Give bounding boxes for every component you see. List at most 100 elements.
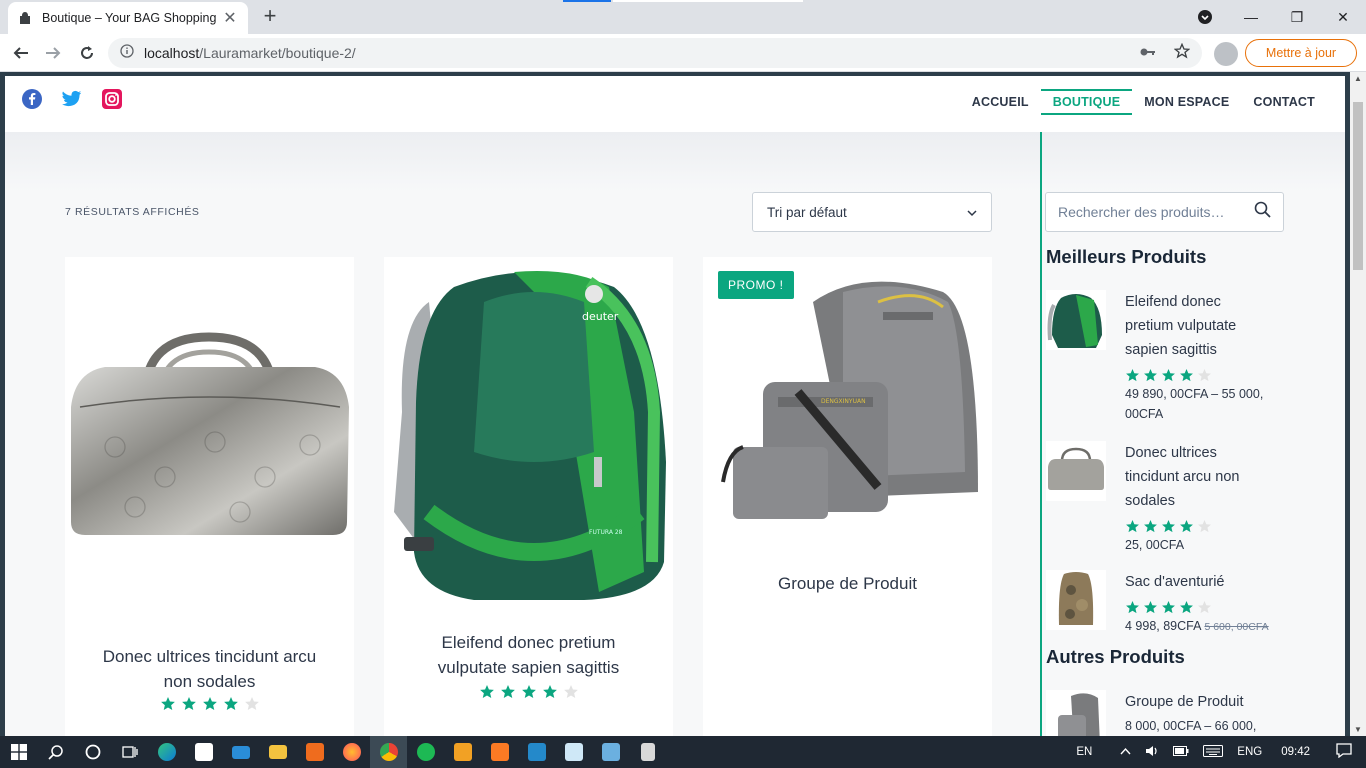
cortana-icon[interactable] [74,736,111,768]
keyboard-icon[interactable] [1196,744,1230,760]
url-path: /Lauramarket/boutique-2/ [199,45,356,61]
product-rating [384,684,673,700]
new-tab-icon[interactable]: + [258,5,282,29]
best-product-item[interactable]: Eleifend donec pretium vulputate sapien … [1046,290,1286,430]
product-name[interactable]: Donec ultrices tincidunt arcu non sodale… [65,644,354,694]
best-product-item[interactable]: Sac d'aventurié 4 998, 89CFA 5 600, 00CFA [1046,570,1286,640]
other-product-item[interactable]: Groupe de Produit 8 000, 00CFA – 66 000, [1046,690,1286,736]
nav-accueil[interactable]: ACCUEIL [960,89,1041,115]
camo-backpack-thumbnail[interactable] [1046,570,1106,630]
task-view-icon[interactable] [111,736,148,768]
product-search-input[interactable] [1058,204,1238,220]
key-icon[interactable] [1140,44,1156,62]
green-backpack-image[interactable]: deuter FUTURA 28 [384,262,673,607]
star-filled-icon [1162,368,1175,382]
facebook-icon[interactable] [22,89,42,109]
notepad-icon[interactable] [555,736,592,768]
original-price: 5 600, 00CFA [1204,621,1269,633]
language-indicator[interactable]: ENG [1230,746,1269,758]
volume-icon[interactable] [1138,745,1166,760]
control-panel-icon[interactable] [592,736,629,768]
product-name-line1: Groupe de Produit [778,574,917,593]
windows-taskbar: EN ENG 09:42 [0,736,1366,768]
store-icon[interactable] [185,736,222,768]
page-viewport: ACCUEIL BOUTIQUE MON ESPACE CONTACT 7 RÉ… [0,72,1366,736]
best-product-name[interactable]: Donec ultrices tincidunt arcu non sodale… [1125,441,1290,513]
reload-icon[interactable] [74,40,100,66]
product-name[interactable]: Groupe de Produit [703,571,992,596]
scroll-down-icon[interactable]: ▼ [1354,725,1362,734]
close-window-icon[interactable]: ✕ [1320,0,1366,34]
update-button[interactable]: Mettre à jour [1245,39,1357,67]
instagram-icon[interactable] [102,89,122,109]
restore-icon[interactable]: ❐ [1274,0,1320,34]
product-name-line2: vulputate sapien sagittis [437,658,620,677]
green-backpack-thumbnail[interactable] [1046,290,1106,350]
nav-mon-espace[interactable]: MON ESPACE [1132,89,1241,115]
star-filled-icon [1126,600,1139,614]
bookmark-star-icon[interactable] [1173,42,1191,64]
notifications-icon[interactable] [1322,743,1366,761]
browser-tab[interactable]: Boutique – Your BAG Shopping ✕ [8,2,248,34]
tab-search-icon[interactable] [1182,0,1228,34]
xampp-icon[interactable] [481,736,518,768]
vscode-icon[interactable] [518,736,555,768]
site-info-icon[interactable] [120,43,134,63]
window-accent-bar-2 [613,0,803,2]
edge-icon[interactable] [148,736,185,768]
star-filled-icon [521,685,536,698]
chevron-up-icon[interactable] [1113,746,1138,758]
search-icon[interactable] [37,736,74,768]
browser-toolbar: localhost/Lauramarket/boutique-2/ Mettre… [0,34,1366,72]
language-short[interactable]: EN [1069,746,1099,758]
product-card[interactable]: DENGXINYUAN PROMO ! Groupe de Produit [703,257,992,736]
back-arrow-icon[interactable] [8,40,34,66]
product-card[interactable]: deuter FUTURA 28 Eleifend donec pretium … [384,257,673,736]
address-bar[interactable]: localhost/Lauramarket/boutique-2/ [108,38,1202,68]
firefox-icon[interactable] [333,736,370,768]
scroll-up-icon[interactable]: ▲ [1354,74,1362,83]
sublime-text-icon[interactable] [296,736,333,768]
product-card[interactable]: Donec ultrices tincidunt arcu non sodale… [65,257,354,736]
search-icon[interactable] [1254,201,1271,223]
grey-bag-set-thumbnail[interactable] [1046,690,1106,736]
file-explorer-icon[interactable] [259,736,296,768]
scrollbar-thumb[interactable] [1353,102,1363,270]
calculator-icon[interactable] [629,736,666,768]
minimize-icon[interactable]: — [1228,0,1274,34]
windows-start-icon[interactable] [0,736,37,768]
mail-icon[interactable] [222,736,259,768]
nav-contact[interactable]: CONTACT [1241,89,1327,115]
sort-select[interactable]: Tri par défaut [752,192,992,232]
twitter-icon[interactable] [62,89,82,109]
star-filled-icon [1126,368,1139,382]
product-name[interactable]: Eleifend donec pretium vulputate sapien … [384,630,673,680]
forward-arrow-icon[interactable] [40,40,66,66]
best-product-item[interactable]: Donec ultrices tincidunt arcu non sodale… [1046,441,1286,552]
clock[interactable]: 09:42 [1269,746,1322,758]
star-filled-icon [1126,519,1139,533]
grey-bag-set-image[interactable]: DENGXINYUAN [703,272,992,532]
star-filled-icon [500,685,515,698]
tab-title: Boutique – Your BAG Shopping [42,11,217,25]
close-tab-icon[interactable]: ✕ [222,8,238,28]
best-product-name[interactable]: Sac d'aventurié [1125,570,1290,594]
profile-avatar[interactable] [1214,42,1238,66]
page-body: ACCUEIL BOUTIQUE MON ESPACE CONTACT 7 RÉ… [5,76,1345,736]
spotify-icon[interactable] [407,736,444,768]
sort-selected-value: Tri par défaut [767,204,847,220]
page-scrollbar[interactable]: ▲ ▼ [1350,72,1366,736]
silver-handbag-image[interactable] [65,327,354,547]
best-product-rating [1125,600,1212,615]
star-filled-icon [1144,368,1157,382]
other-product-name[interactable]: Groupe de Produit [1125,690,1290,714]
star-empty-icon [563,685,578,698]
nav-boutique[interactable]: BOUTIQUE [1040,89,1133,115]
battery-icon[interactable] [1166,745,1196,759]
best-product-name[interactable]: Eleifend donec pretium vulputate sapien … [1125,290,1290,362]
url-text[interactable]: localhost/Lauramarket/boutique-2/ [144,45,1140,61]
best-products-title: Meilleurs Produits [1046,246,1207,267]
draw-app-icon[interactable] [444,736,481,768]
chrome-icon[interactable] [370,736,407,768]
silver-handbag-thumbnail[interactable] [1046,441,1106,501]
